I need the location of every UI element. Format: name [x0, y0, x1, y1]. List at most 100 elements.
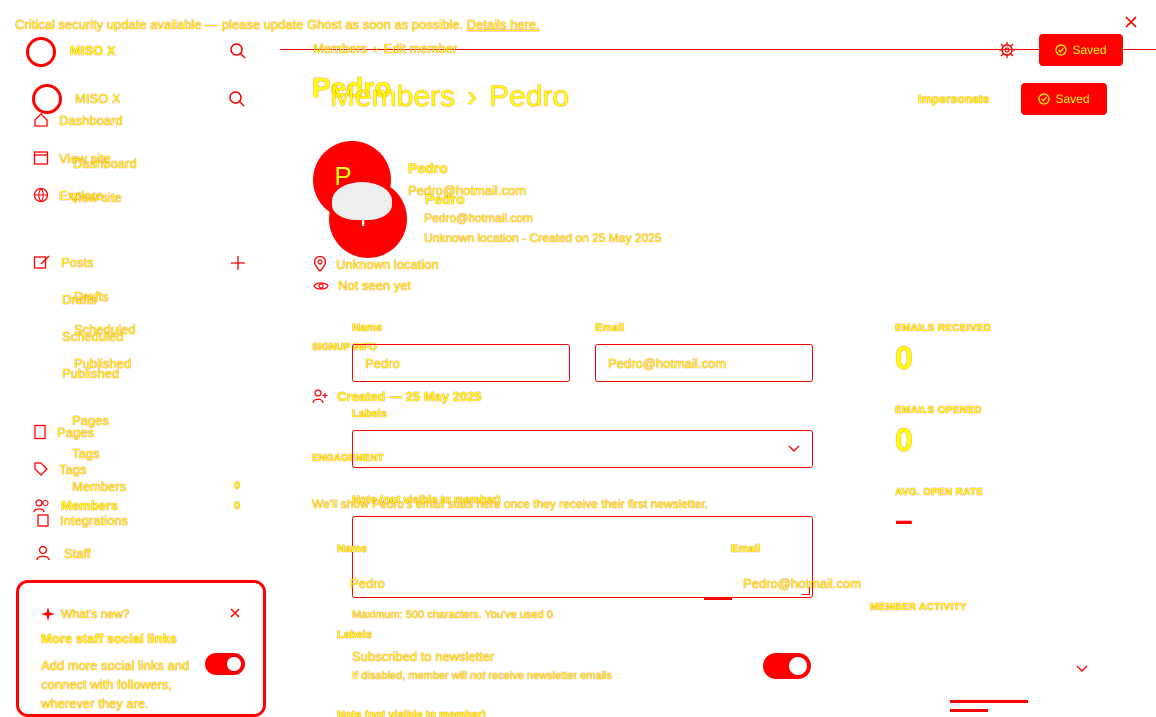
last-seen-text: Not seen yet [338, 278, 411, 293]
search-icon-duplicate[interactable] [228, 90, 246, 108]
banner-details-link[interactable]: Details here. [467, 17, 540, 32]
labels-label-dup: Labels [337, 629, 372, 641]
sidebar-item-dashboard[interactable]: Dashboard [33, 112, 123, 128]
whats-new-close-icon[interactable] [229, 607, 241, 619]
site-name-duplicate: MISO X [75, 91, 121, 106]
location-pin-icon [313, 256, 327, 272]
whats-new-toggle[interactable] [205, 653, 245, 675]
whats-new-title: More staff social links [41, 631, 177, 646]
sidebar-item-label: Integrations [60, 512, 128, 528]
member-name: Pedro [408, 160, 448, 176]
integrations-icon [36, 512, 50, 528]
note-counter: Maximum: 500 characters. You've used 0 [352, 609, 553, 621]
sidebar-item-label: Members [61, 498, 119, 513]
globe-icon [33, 187, 49, 203]
search-icon[interactable] [229, 42, 247, 60]
member-email-dup: Pedro@hotmail.com [424, 211, 533, 225]
name-field[interactable]: Pedro [352, 344, 570, 382]
newsletter-toggle[interactable] [763, 653, 811, 679]
site-name: MISO X [70, 43, 116, 58]
banner-close-icon[interactable] [1124, 15, 1138, 29]
member-name-dup: Pedro [425, 191, 465, 207]
name-label-dup: Name [337, 543, 367, 555]
sidebar-item-label: Posts [61, 254, 94, 270]
sidebar: MISO X MISO X Dashboard View site Explor… [0, 33, 280, 717]
member-last-seen: Not seen yet [313, 278, 411, 293]
email-value-dup: Pedro@hotmail.com [743, 576, 861, 591]
staff-icon [36, 545, 54, 561]
whats-new-header: What's new? [41, 607, 129, 621]
chevron-down-icon [788, 445, 800, 453]
newsletter-desc-post: receive newsletter emails [485, 670, 612, 682]
whats-new-body-line: Add more social links and [41, 658, 190, 673]
sidebar-item-label: Tags [59, 461, 87, 477]
field-underline-dup [704, 598, 732, 600]
check-circle-icon [1038, 93, 1051, 105]
whats-new-card: What's new? More staff social links Add … [16, 580, 266, 717]
open-rate-label: AVG. OPEN RATE [895, 487, 984, 498]
sidebar-item-integrations[interactable]: Integrations [36, 512, 128, 528]
sidebar-item-members[interactable]: Members [33, 498, 118, 513]
site-logo [26, 37, 56, 67]
whats-new-body-line: connect with followers, [41, 677, 172, 692]
whats-new-heading: What's new? [61, 607, 130, 621]
email-label-dup: Email [731, 543, 761, 555]
sidebar-dup-members: Members [72, 479, 127, 494]
header-save-button[interactable]: Saved [1039, 34, 1123, 66]
save-button[interactable]: Saved [1021, 83, 1107, 115]
activity-bar-short [950, 709, 988, 712]
user-add-icon [312, 388, 328, 404]
users-icon [33, 498, 51, 513]
sidebar-subitem-published-dup: Published [74, 356, 132, 371]
labels-label: Labels [352, 408, 387, 420]
security-banner: Critical security update available — ple… [15, 17, 540, 32]
note-label: Note (not visible to member) [352, 494, 501, 506]
page-title: Members › Pedro [330, 80, 569, 114]
breadcrumb-members[interactable]: Members [313, 41, 367, 56]
emails-received-label: EMAILS RECEIVED [895, 323, 992, 334]
banner-text: Critical security update available — ple… [15, 17, 464, 32]
location-text: Unknown location [336, 256, 439, 272]
email-field[interactable]: Pedro@hotmail.com [595, 344, 813, 382]
site-logo-duplicate [32, 84, 62, 114]
check-circle-icon [1055, 44, 1068, 56]
settings-gear-icon[interactable] [998, 41, 1016, 59]
sidebar-item-staff[interactable]: Staff [36, 545, 91, 561]
sidebar-item-posts[interactable]: Posts [33, 254, 94, 270]
page-title-parent[interactable]: Members [330, 80, 455, 114]
edit-icon [33, 254, 51, 270]
page-title-current: Pedro [489, 80, 570, 113]
page-title-separator: › [467, 80, 478, 113]
newsletter-description: If disabled, member will not receive new… [352, 670, 612, 682]
sidebar-dup-view-site: View site [70, 190, 122, 205]
email-label: Email [595, 322, 625, 334]
sidebar-item-tags[interactable]: Tags [33, 461, 86, 477]
member-form-card: Name Pedro Email Pedro@hotmail.com Label… [330, 298, 835, 717]
emails-received-value: 0 [895, 340, 913, 376]
name-label: Name [352, 322, 382, 334]
whats-new-body: Add more social links and connect with f… [41, 656, 189, 713]
add-post-plus-icon[interactable] [229, 254, 247, 272]
members-count-badge: 0 [234, 500, 241, 512]
impersonate-button[interactable]: Impersonate [918, 92, 989, 106]
member-activity-label: MEMBER ACTIVITY [870, 602, 967, 613]
sidebar-dup-pages: Pages [72, 413, 109, 428]
page-icon [33, 424, 47, 440]
newsletter-title: Subscribed to newsletter [352, 649, 495, 664]
open-rate-value: – [895, 502, 913, 538]
name-value-dup: Pedro [350, 576, 385, 591]
header-save-label: Saved [1072, 43, 1107, 57]
breadcrumb-edit-member: Edit member [383, 41, 458, 56]
save-label: Saved [1055, 92, 1090, 106]
labels-select[interactable] [352, 430, 813, 468]
name-field-value: Pedro [365, 355, 400, 371]
emails-opened-label: EMAILS OPENED [895, 405, 982, 416]
chevron-down-icon-dup[interactable] [1075, 664, 1089, 674]
whats-new-body-line: wherever they are. [41, 696, 149, 711]
newsletter-desc-pre: If disabled, member will [352, 670, 470, 682]
eye-icon [313, 280, 329, 292]
tag-icon [33, 461, 49, 477]
sidebar-item-label: Dashboard [59, 112, 123, 128]
sidebar-subitem-scheduled-dup: Scheduled [74, 322, 136, 337]
sidebar-dup-tags: Tags [72, 446, 100, 461]
